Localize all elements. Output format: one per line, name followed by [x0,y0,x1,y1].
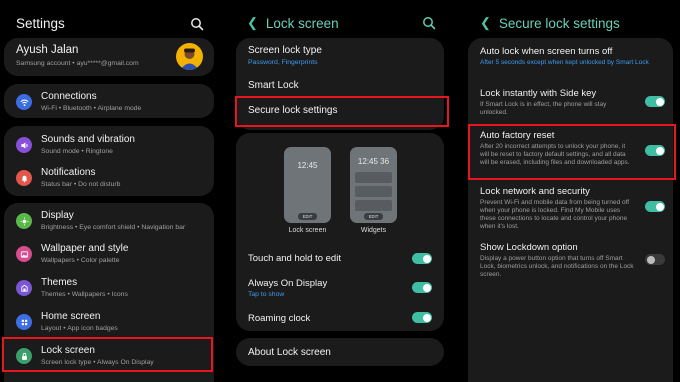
sidebar-item-label: Home screen [41,311,101,322]
auto-lock-label: Auto lock when screen turns off [480,46,613,57]
page-title: Lock screen [265,15,339,31]
secure-lock-panel: ❮ Secure lock settings Auto lock when sc… [458,0,680,382]
sidebar-item-sub: Screen lock type • Always On Display [41,359,154,366]
sidebar-item-sub: Brightness • Eye comfort shield • Naviga… [41,224,186,231]
connections-card: Connections Wi-Fi • Bluetooth • Airplane… [4,84,214,118]
lock-instantly-item[interactable]: Lock instantly with Side key If Smart Lo… [480,88,630,117]
widget-slot [355,186,392,197]
preview-time: 12:45 [297,161,318,170]
lock-instantly-toggle[interactable] [645,96,665,107]
sidebar-item-label: Display [41,210,74,221]
sidebar-item-display[interactable]: Display Brightness • Eye comfort shield … [4,210,214,232]
about-lock-screen-card[interactable]: About Lock screen [236,338,444,366]
touch-hold-edit-label: Touch and hold to edit [248,253,341,264]
sidebar-item-label: Lock screen [41,345,95,356]
screen-lock-type-sub: Password, Fingerprints [248,59,318,66]
lock-network-security-toggle[interactable] [645,201,665,212]
sidebar-item-sub: Wallpapers • Color palette [41,257,120,264]
sidebar-item-notifications[interactable]: Notifications Status bar • Do not distur… [4,167,214,189]
lock-instantly-label: Lock instantly with Side key [480,88,597,99]
auto-lock-item[interactable]: Auto lock when screen turns off After 5 … [480,46,660,67]
sidebar-item-label: Notifications [41,167,96,178]
sidebar-item-home-screen[interactable]: Home screen Layout • App icon badges [4,311,214,333]
secure-lock-settings-item[interactable]: Secure lock settings [248,105,338,117]
lock-instantly-desc: If Smart Lock is in effect, the phone wi… [480,101,607,116]
settings-panel: Settings Ayush Jalan Samsung account • a… [0,0,222,382]
chevron-left-icon[interactable]: ❮ [247,15,258,31]
theme-icon [16,280,32,296]
lock-network-security-desc: Prevent Wi-Fi and mobile data from being… [480,199,630,230]
sidebar-item-sub: Layout • App icon badges [41,325,118,332]
page-title: Settings [16,15,65,31]
image-icon [16,246,32,262]
auto-factory-reset-label: Auto factory reset [480,130,555,141]
lock-icon [16,348,32,364]
widget-slot [355,200,392,211]
sidebar-item-themes[interactable]: Themes Themes • Wallpapers • Icons [4,277,214,299]
sounds-notifications-card: Sounds and vibration Sound mode • Ringto… [4,126,214,196]
edit-button[interactable]: EDIT [298,213,317,220]
always-on-display-item[interactable]: Always On Display Tap to show [248,278,327,299]
edit-button[interactable]: EDIT [364,213,383,220]
search-icon[interactable] [190,17,204,31]
widget-slot [355,172,392,183]
page-title: Secure lock settings [498,15,620,31]
profile-subtitle: Samsung account • ayu*****@gmail.com [16,60,139,67]
wifi-icon [16,94,32,110]
sidebar-item-lock-screen[interactable]: Lock screen Screen lock type • Always On… [4,345,214,367]
sidebar-item-connections[interactable]: Connections Wi-Fi • Bluetooth • Airplane… [4,91,214,113]
display-group-card: Display Brightness • Eye comfort shield … [4,203,214,382]
lock-screen-header: ❮ Lock screen [247,12,450,34]
sidebar-item-label: Themes [41,277,78,288]
always-on-display-sub: Tap to show [248,291,285,298]
avatar[interactable] [176,43,203,70]
bell-icon [16,170,32,186]
about-lock-screen-label: About Lock screen [248,347,331,358]
always-on-display-toggle[interactable] [412,282,432,293]
sidebar-item-sub: Themes • Wallpapers • Icons [41,291,128,298]
sidebar-item-sub: Sound mode • Ringtone [41,148,113,155]
show-lockdown-toggle[interactable] [645,254,665,265]
chevron-left-icon[interactable]: ❮ [480,15,491,31]
sidebar-item-sub: Status bar • Do not disturb [41,181,121,188]
lock-network-security-item[interactable]: Lock network and security Prevent Wi-Fi … [480,186,636,231]
lock-options-card: Screen lock type Password, Fingerprints … [236,38,444,130]
lock-network-security-label: Lock network and security [480,186,590,197]
widgets-preview[interactable]: 12:45 36 EDIT [350,147,397,223]
secure-lock-header: ❮ Secure lock settings [480,12,680,34]
screen-lock-type-item[interactable]: Screen lock type Password, Fingerprints [248,45,322,67]
search-icon[interactable] [422,16,436,30]
sun-icon [16,213,32,229]
volume-icon [16,137,32,153]
auto-factory-reset-item[interactable]: Auto factory reset After 20 incorrect at… [480,130,636,167]
show-lockdown-item[interactable]: Show Lockdown option Display a power but… [480,242,636,279]
home-icon [16,314,32,330]
profile-name: Ayush Jalan [16,44,79,56]
lock-screen-panel: ❮ Lock screen Screen lock type Password,… [229,0,450,382]
auto-lock-desc: After 5 seconds except when kept unlocke… [480,59,649,66]
auto-factory-reset-desc: After 20 incorrect attempts to unlock yo… [480,143,630,166]
show-lockdown-label: Show Lockdown option [480,242,578,253]
profile-card[interactable]: Ayush Jalan Samsung account • ayu*****@g… [4,38,214,76]
sidebar-item-label: Connections [41,91,97,102]
lock-screen-preview[interactable]: 12:45 EDIT [284,147,331,223]
show-lockdown-desc: Display a power button option that turns… [480,255,634,278]
sidebar-item-sounds[interactable]: Sounds and vibration Sound mode • Ringto… [4,134,214,156]
auto-factory-reset-toggle[interactable] [645,145,665,156]
sidebar-item-label: Sounds and vibration [41,134,135,145]
smart-lock-item[interactable]: Smart Lock [248,80,299,92]
touch-hold-edit-toggle[interactable] [412,253,432,264]
preview-caption: Widgets [360,227,387,234]
sidebar-item-label: Wallpaper and style [41,243,129,254]
lock-customize-card: 12:45 EDIT 12:45 36 EDIT Lock screen Wid… [236,133,444,331]
preview-time: 12:45 36 [357,157,390,166]
always-on-display-label: Always On Display [248,278,328,289]
preview-caption: Lock screen [288,227,327,234]
sidebar-item-sub: Wi-Fi • Bluetooth • Airplane mode [41,105,142,112]
screen-lock-type-label: Screen lock type [248,45,322,56]
roaming-clock-toggle[interactable] [412,312,432,323]
roaming-clock-label: Roaming clock [248,313,311,324]
sidebar-item-wallpaper[interactable]: Wallpaper and style Wallpapers • Color p… [4,243,214,265]
